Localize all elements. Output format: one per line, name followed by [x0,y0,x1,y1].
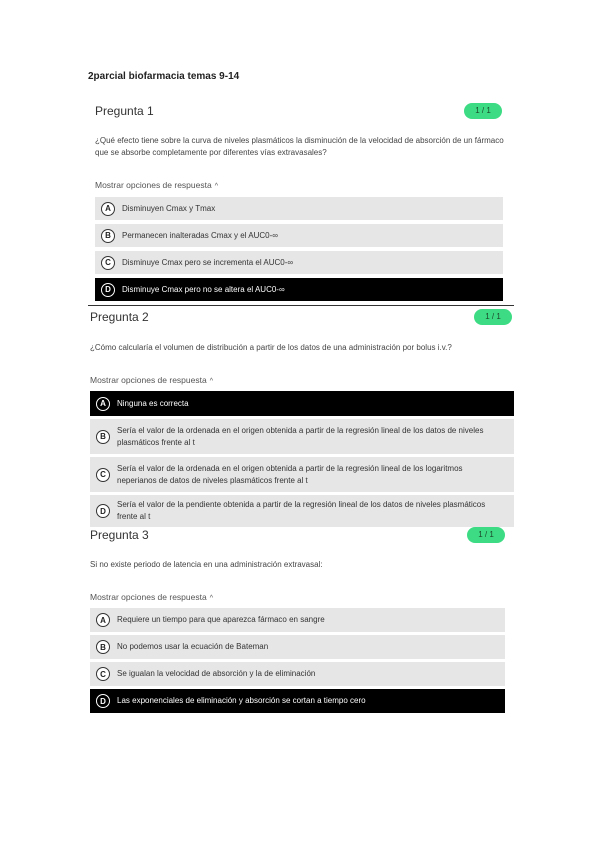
option-letter-d: D [96,694,110,708]
question-3-option-b[interactable]: B No podemos usar la ecuación de Bateman [90,635,505,659]
question-1-option-c[interactable]: C Disminuye Cmax pero se incrementa el A… [95,251,503,274]
option-letter-a: A [96,396,110,411]
question-3-text: Si no existe periodo de latencia en una … [90,560,323,569]
option-label: Disminuye Cmax pero se incrementa el AUC… [122,257,294,267]
question-1-option-a[interactable]: A Disminuyen Cmax y Tmax [95,197,503,220]
option-letter-c: C [101,255,115,270]
option-label: Las exponenciales de eliminación y absor… [117,696,366,705]
question-2-title: Pregunta 2 [90,310,149,324]
question-3-show-options-toggle[interactable]: Mostrar opciones de respuesta ^ [90,592,213,602]
chevron-up-icon: ^ [209,378,213,385]
option-label: Ninguna es correcta [117,398,189,408]
document-title: 2parcial biofarmacia temas 9-14 [88,71,240,82]
question-1-option-d[interactable]: D Disminuye Cmax pero no se altera el AU… [95,278,503,301]
option-letter-d: D [96,504,110,518]
option-letter-c: C [96,667,110,681]
chevron-up-icon: ^ [214,183,218,190]
option-letter-a: A [96,613,110,627]
section-divider [88,305,514,306]
option-label: Sería el valor de la ordenada en el orig… [117,425,484,447]
question-3-option-c[interactable]: C Se igualan la velocidad de absorción y… [90,662,505,686]
option-letter-b: B [101,228,115,243]
option-letter-b: B [96,429,110,444]
question-3-score-badge: 1 / 1 [467,527,505,543]
question-3-title: Pregunta 3 [90,528,149,542]
option-label: Sería el valor de la ordenada en el orig… [117,463,463,485]
question-2-option-b[interactable]: B Sería el valor de la ordenada en el or… [90,419,514,454]
question-2-text: ¿Cómo calcularía el volumen de distribuc… [90,343,452,352]
option-label: No podemos usar la ecuación de Bateman [117,642,269,651]
option-label: Disminuyen Cmax y Tmax [122,203,216,213]
question-3-option-d[interactable]: D Las exponenciales de eliminación y abs… [90,689,505,713]
question-2-option-d[interactable]: D Sería el valor de la pendiente obtenid… [90,495,514,527]
question-1-show-options-toggle[interactable]: Mostrar opciones de respuesta ^ [95,180,218,190]
question-1-title: Pregunta 1 [95,104,154,118]
question-1-text: ¿Qué efecto tiene sobre la curva de nive… [95,136,504,157]
option-label: Permanecen inalteradas Cmax y el AUC0-∞ [122,230,278,240]
question-2-score-badge: 1 / 1 [474,309,512,325]
question-2-show-options-toggle[interactable]: Mostrar opciones de respuesta ^ [90,375,213,385]
option-label: Disminuye Cmax pero no se altera el AUC0… [122,284,285,294]
question-1-score-badge: 1 / 1 [464,103,502,119]
option-letter-d: D [101,282,115,297]
option-letter-a: A [101,201,115,216]
chevron-up-icon: ^ [209,595,213,602]
question-2-option-a[interactable]: A Ninguna es correcta [90,391,514,416]
question-2-option-c[interactable]: C Sería el valor de la ordenada en el or… [90,457,514,492]
question-1-option-b[interactable]: B Permanecen inalteradas Cmax y el AUC0-… [95,224,503,247]
option-label: Requiere un tiempo para que aparezca fár… [117,615,325,624]
option-label: Sería el valor de la pendiente obtenida … [117,500,486,521]
question-3-option-a[interactable]: A Requiere un tiempo para que aparezca f… [90,608,505,632]
option-letter-b: B [96,640,110,654]
option-label: Se igualan la velocidad de absorción y l… [117,669,316,678]
option-letter-c: C [96,467,110,482]
